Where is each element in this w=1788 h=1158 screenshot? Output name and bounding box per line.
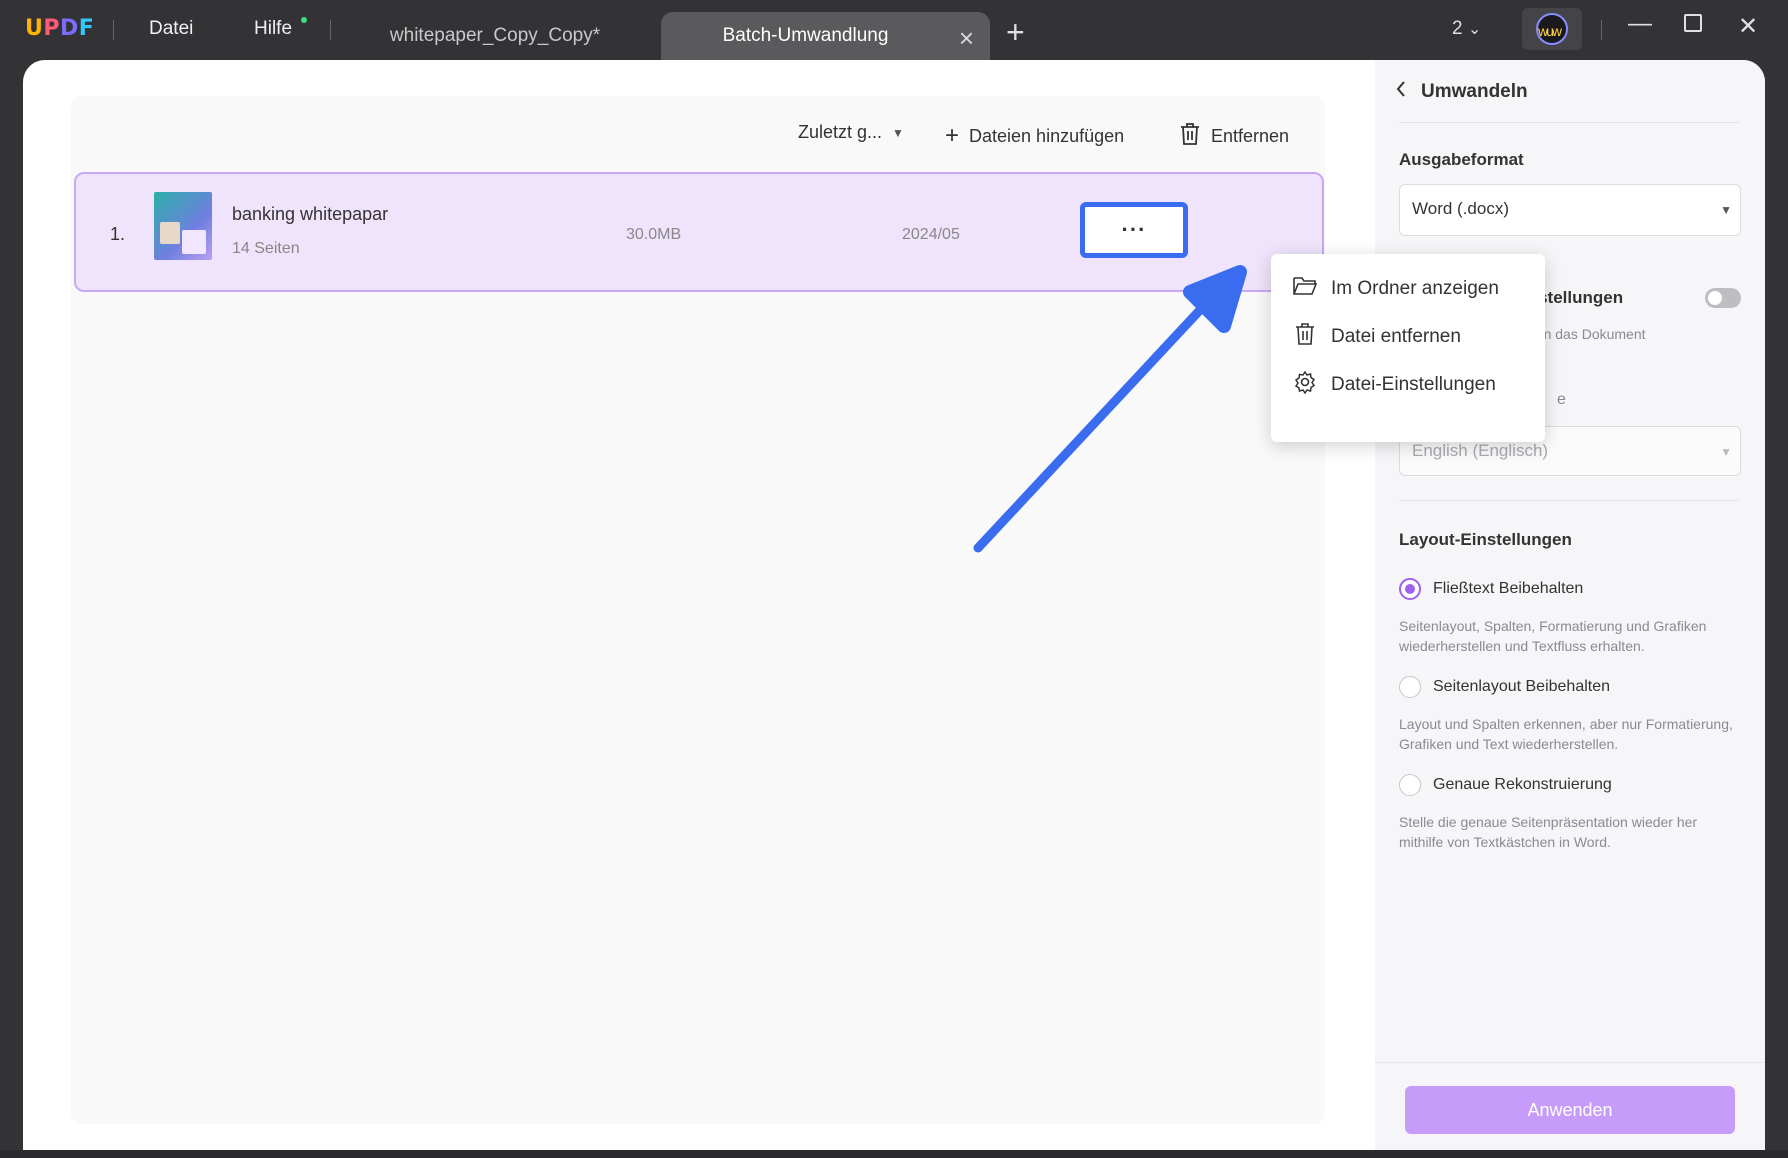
option-exact-reconstruction[interactable]: Genaue Rekonstruierung — [1399, 774, 1612, 796]
minimize-icon[interactable]: — — [1628, 10, 1652, 38]
radio-checked[interactable] — [1399, 578, 1421, 600]
language-value: English (Englisch) — [1412, 441, 1549, 460]
window-count[interactable]: 2 ⌄ — [1452, 18, 1481, 40]
option-flowing-text[interactable]: Fließtext Beibehalten — [1399, 578, 1583, 600]
panel-title: Umwandeln — [1421, 81, 1528, 102]
window-count-value: 2 — [1452, 18, 1463, 39]
tab-label: Batch-Umwandlung — [722, 25, 889, 46]
option-label: Seitenlayout Beibehalten — [1433, 678, 1611, 695]
file-list-panel: Zuletzt g... ▼ + Dateien hinzufügen Entf… — [71, 96, 1325, 1124]
ocr-description: venn das Dokument — [1521, 326, 1646, 342]
remove-label: Entfernen — [1211, 126, 1290, 146]
menu-item-label: Im Ordner anzeigen — [1331, 278, 1499, 299]
trash-icon — [1179, 122, 1201, 151]
sort-dropdown[interactable]: Zuletzt g... ▼ — [798, 122, 904, 143]
tab-whitepaper[interactable]: whitepaper_Copy_Copy* — [350, 12, 640, 60]
panel-header: Umwandeln — [1395, 80, 1528, 104]
ocr-toggle[interactable] — [1705, 288, 1741, 308]
remove-button[interactable]: Entfernen — [1179, 122, 1289, 151]
file-row[interactable]: 1. banking whitepapar 14 Seiten 30.0MB 2… — [74, 172, 1324, 292]
file-pages: 14 Seiten — [232, 240, 300, 257]
menu-item-file-settings[interactable]: Datei-Einstellungen — [1293, 370, 1496, 400]
option-description: Layout und Spalten erkennen, aber nur Fo… — [1399, 716, 1733, 752]
option-description: Seitenlayout, Spalten, Formatierung und … — [1399, 618, 1707, 654]
updf-logo[interactable]: UPDF — [25, 16, 94, 41]
option-page-layout[interactable]: Seitenlayout Beibehalten — [1399, 676, 1610, 698]
caret-down-icon: ▼ — [1720, 203, 1732, 217]
menu-datei[interactable]: Datei — [149, 18, 193, 40]
maximize-icon[interactable] — [1684, 14, 1702, 32]
avatar[interactable]: wuw — [1522, 8, 1582, 50]
file-thumbnail — [154, 192, 212, 260]
layout-settings-title: Layout-Einstellungen — [1399, 530, 1572, 549]
close-icon[interactable]: × — [959, 23, 974, 54]
output-format-title: Ausgabeformat — [1399, 150, 1524, 169]
title-divider — [113, 20, 114, 40]
option-label: Genaue Rekonstruierung — [1433, 776, 1612, 793]
chevron-down-icon: ⌄ — [1467, 21, 1482, 38]
menu-item-show-in-folder[interactable]: Im Ordner anzeigen — [1293, 274, 1499, 304]
ellipsis-icon: ··· — [1121, 217, 1147, 242]
menu-item-remove-file[interactable]: Datei entfernen — [1293, 322, 1461, 352]
context-menu: Im Ordner anzeigen Datei entfernen Datei… — [1271, 254, 1545, 442]
plus-icon: + — [945, 122, 960, 149]
tab-batch-umwandlung[interactable]: Batch-Umwandlung × — [661, 12, 990, 60]
add-files-button[interactable]: + Dateien hinzufügen — [945, 122, 1124, 150]
chevron-left-icon[interactable] — [1395, 80, 1407, 104]
output-format-value: Word (.docx) — [1412, 199, 1509, 218]
radio-unchecked[interactable] — [1399, 774, 1421, 796]
title-divider — [330, 20, 331, 40]
sort-label: Zuletzt g... — [798, 122, 883, 142]
apply-button[interactable]: Anwenden — [1405, 1086, 1735, 1134]
menu-hilfe[interactable]: Hilfe — [254, 18, 292, 40]
menu-item-label: Datei-Einstellungen — [1331, 374, 1496, 395]
output-format-select[interactable]: Word (.docx) ▼ — [1399, 184, 1741, 236]
caret-down-icon: ▼ — [892, 125, 904, 140]
tab-label: whitepaper_Copy_Copy* — [389, 25, 601, 46]
bottom-edge — [0, 1150, 1788, 1158]
radio-unchecked[interactable] — [1399, 676, 1421, 698]
divider — [1399, 500, 1739, 501]
caret-down-icon: ▼ — [1720, 445, 1732, 459]
option-description: Stelle die genaue Seitenpräsentation wie… — [1399, 814, 1698, 850]
more-options-button[interactable]: ··· — [1080, 202, 1188, 258]
trash-icon — [1293, 322, 1317, 352]
footer-divider — [1375, 1062, 1765, 1063]
option-label: Fließtext Beibehalten — [1433, 580, 1584, 597]
file-name: banking whitepapar — [232, 204, 389, 224]
notification-dot — [301, 17, 307, 23]
apply-label: Anwenden — [1527, 1099, 1613, 1120]
file-size: 30.0MB — [626, 226, 682, 243]
divider — [1399, 122, 1739, 123]
title-divider — [1601, 20, 1602, 40]
file-date: 2024/05 — [902, 226, 960, 243]
plus-icon[interactable]: + — [1006, 14, 1025, 51]
file-index: 1. — [110, 224, 126, 244]
title-bar: UPDF Datei Hilfe whitepaper_Copy_Copy* B… — [0, 0, 1788, 60]
close-window-icon[interactable]: ✕ — [1738, 12, 1758, 41]
add-files-label: Dateien hinzufügen — [969, 125, 1125, 146]
gear-icon — [1293, 370, 1317, 400]
folder-open-icon — [1293, 275, 1318, 303]
menu-item-label: Datei entfernen — [1331, 326, 1461, 347]
language-label: e — [1557, 391, 1566, 408]
convert-settings-panel: Umwandeln Ausgabeformat Word (.docx) ▼ i… — [1375, 60, 1765, 1158]
main-window: Zuletzt g... ▼ + Dateien hinzufügen Entf… — [23, 60, 1765, 1158]
